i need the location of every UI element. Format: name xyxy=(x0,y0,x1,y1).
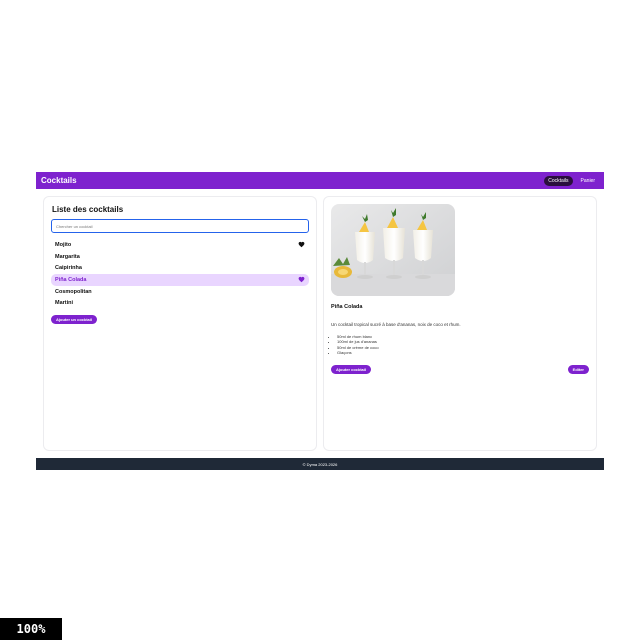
list-item-label: Cosmopolitan xyxy=(55,288,92,295)
cocktail-photo xyxy=(331,204,455,296)
list-item[interactable]: Margarita xyxy=(51,251,309,263)
list-title: Liste des cocktails xyxy=(52,205,124,214)
list-item-selected[interactable]: Piña Colada xyxy=(51,274,309,286)
list-item-label: Mojito xyxy=(55,241,72,248)
ingredient-item: 100ml de jus d'ananas xyxy=(337,339,379,344)
footer-text: © Dyma 2023-2026 xyxy=(302,461,338,467)
list-item-label: Margarita xyxy=(55,253,80,260)
heart-icon[interactable] xyxy=(298,241,305,248)
cocktail-list: Mojito Margarita Caipirinha Piña Colada … xyxy=(51,239,309,309)
list-item[interactable]: Caipirinha xyxy=(51,262,309,274)
list-item-label: Caipirinha xyxy=(55,265,82,272)
ingredient-item: Glaçons xyxy=(337,350,379,355)
nav-link-panier[interactable]: Panier xyxy=(577,176,599,186)
list-item-label: Martini xyxy=(55,300,74,307)
navbar: Cocktails Cocktails Panier xyxy=(36,172,604,189)
search-input[interactable] xyxy=(51,219,309,233)
cocktail-description: Un cocktail tropical sucré à base d'anan… xyxy=(331,322,461,327)
list-item[interactable]: Cosmopolitan xyxy=(51,286,309,298)
list-item[interactable]: Martini xyxy=(51,297,309,309)
ingredient-list: 50ml de rhum blanc 100ml de jus d'ananas… xyxy=(331,334,379,355)
list-item-label: Piña Colada xyxy=(55,276,87,283)
cocktail-name: Piña Colada xyxy=(331,304,363,310)
edit-button[interactable]: Editer xyxy=(567,365,589,374)
add-cocktail-button[interactable]: Ajouter un cocktail xyxy=(51,315,98,324)
add-to-cart-button[interactable]: Ajouter cocktail xyxy=(331,365,372,374)
cocktail-list-panel: Liste des cocktails Mojito Margarita Cai… xyxy=(43,196,317,451)
footer: © Dyma 2023-2026 xyxy=(36,458,604,470)
zoom-level: 100% xyxy=(0,618,62,640)
nav-link-cocktails[interactable]: Cocktails xyxy=(544,175,573,186)
cocktail-detail-panel: Piña Colada Un cocktail tropical sucré à… xyxy=(323,196,597,451)
nav-links: Cocktails Panier xyxy=(544,175,599,186)
brand-title[interactable]: Cocktails xyxy=(41,176,77,185)
list-item[interactable]: Mojito xyxy=(51,239,309,251)
heart-icon[interactable] xyxy=(298,276,305,283)
